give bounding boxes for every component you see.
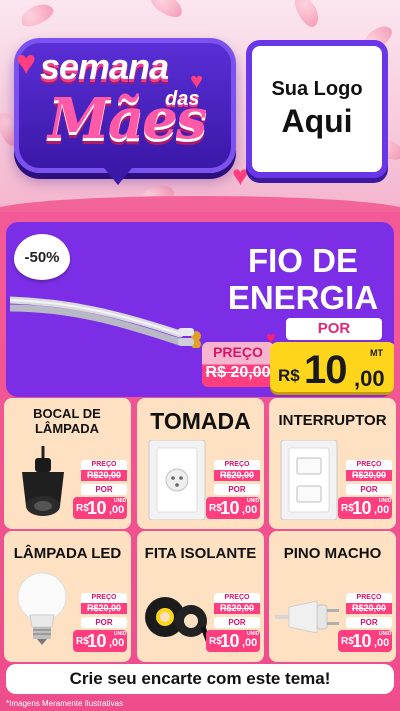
old-price: R$20,00 — [346, 603, 392, 614]
wall-outlet-image — [148, 440, 206, 520]
product-name: TOMADA — [150, 408, 251, 434]
price-cents: ,00 — [109, 637, 125, 649]
price-main: 10 — [87, 498, 107, 518]
price-unit: UNID — [247, 631, 260, 637]
header-banner: ♥ ♥ ♥ ♥ semana Mães das Sua Logo Aqui — [0, 0, 400, 218]
featured-price-tag: R$ 10 ,00 MT — [270, 342, 394, 392]
price-unit: UNID — [379, 631, 392, 637]
product-card[interactable]: LÂMPADA LED PREÇO R$20,00 POR R$ 10 ,00 … — [4, 531, 131, 662]
old-price: R$ 20,00 — [205, 364, 271, 381]
discount-badge: -50% — [14, 234, 70, 280]
title-das: das — [165, 88, 200, 110]
price-main: 10 — [220, 631, 240, 651]
old-price: R$20,00 — [81, 470, 127, 481]
insulating-tape-image — [145, 597, 209, 644]
product-card[interactable]: INTERRUPTOR PREÇO R$20,00 POR R$ 10 ,00 … — [269, 398, 396, 529]
new-price: R$ 10 ,00 UNID — [338, 497, 392, 519]
old-price: R$20,00 — [81, 603, 127, 614]
price-main: 10 — [304, 348, 347, 392]
featured-title-line2: ENERGIA — [227, 279, 379, 316]
heart-icon: ♥ — [16, 44, 37, 82]
preco-label: PREÇO — [346, 593, 392, 603]
old-price: R$20,00 — [346, 470, 392, 481]
product-card[interactable]: FITA ISOLANTE PREÇO R$20,00 POR R$ 10 ,0… — [137, 531, 264, 662]
product-card[interactable]: PINO MACHO PREÇO R$20,00 POR R$ 10 ,00 U… — [269, 531, 396, 662]
preco-label: PREÇO — [214, 460, 260, 470]
price-cents: ,00 — [374, 637, 390, 649]
new-price: R$ 10 ,00 UNID — [73, 497, 127, 519]
logo-placeholder: Sua Logo Aqui — [246, 40, 388, 178]
product-card[interactable]: BOCAL DE LÂMPADA PREÇO R$20,00 POR R$ 10… — [4, 398, 131, 529]
new-price: R$ 10 ,00 UNID — [206, 630, 260, 652]
disclaimer-text: *Imagens Meramente Ilustrativas — [6, 699, 123, 708]
price-unit: UNID — [379, 498, 392, 504]
preco-label: PREÇO — [81, 460, 127, 470]
price-unit: UNID — [247, 498, 260, 504]
por-label: POR — [286, 318, 382, 340]
new-price: R$ 10 ,00 UNID — [206, 497, 260, 519]
product-card[interactable]: TOMADA PREÇO R$20,00 POR R$ 10 ,00 UNID — [137, 398, 264, 529]
cta-banner[interactable]: Crie seu encarte com este tema! — [6, 664, 394, 694]
lamp-socket-image — [22, 446, 64, 516]
price-main: 10 — [352, 498, 372, 518]
price-cents: ,00 — [109, 504, 125, 516]
price-block: PREÇO R$20,00 POR R$ 10 ,00 UNID — [206, 593, 260, 652]
heart-icon: ♥ — [266, 330, 276, 347]
old-price: R$20,00 — [214, 603, 260, 614]
price-block: PREÇO R$20,00 POR R$ 10 ,00 UNID — [338, 593, 392, 652]
preco-label: PREÇO — [81, 593, 127, 603]
product-name: LÂMPADA LED — [13, 545, 122, 562]
preco-label: PREÇO — [214, 593, 260, 603]
price-unit: UNID — [114, 498, 127, 504]
featured-product-title: FIO DE ENERGIA — [218, 242, 388, 316]
logo-text-line2: Aqui — [281, 103, 353, 139]
por-label: POR — [81, 484, 127, 495]
price-main: 10 — [87, 631, 107, 651]
price-cents: ,00 — [242, 504, 258, 516]
preco-label: PREÇO — [346, 460, 392, 470]
old-price-tag: PREÇO R$ 20,00 — [202, 342, 274, 387]
petal-decoration — [290, 0, 324, 31]
por-label: POR — [81, 617, 127, 628]
petal-decoration — [17, 0, 57, 31]
led-bulb-image — [17, 572, 67, 645]
product-name: PINO MACHO — [283, 545, 382, 562]
por-label: POR — [214, 617, 260, 628]
price-main: 10 — [220, 498, 240, 518]
new-price: R$ 10 ,00 UNID — [338, 630, 392, 652]
por-label: POR — [346, 484, 392, 495]
new-price: R$ 10 ,00 UNID — [73, 630, 127, 652]
price-block: PREÇO R$20,00 POR R$ 10 ,00 UNID — [338, 460, 392, 519]
electric-cable-image — [10, 296, 201, 348]
petal-decoration — [147, 0, 187, 22]
price-main: 10 — [352, 631, 372, 651]
price-block: PREÇO R$20,00 POR R$ 10 ,00 UNID — [73, 593, 127, 652]
price-unit: UNID — [114, 631, 127, 637]
price-cents: ,00 — [242, 637, 258, 649]
featured-product-card[interactable]: -50% FIO DE ENERGIA POR PREÇO R$ 20,00 R… — [6, 222, 394, 397]
old-price: R$20,00 — [214, 470, 260, 481]
product-name: BOCAL DE LÂMPADA — [33, 406, 101, 436]
price-block: PREÇO R$20,00 POR R$ 10 ,00 UNID — [206, 460, 260, 519]
light-switch-image — [280, 440, 338, 520]
product-name: FITA ISOLANTE — [144, 545, 257, 562]
logo-text-line1: Sua Logo — [271, 78, 363, 100]
male-plug-image — [275, 600, 339, 634]
price-cents: ,00 — [354, 366, 385, 391]
offers-area: -50% FIO DE ENERGIA POR PREÇO R$ 20,00 R… — [0, 212, 400, 711]
preco-label: PREÇO — [213, 344, 263, 360]
product-name: INTERRUPTOR — [278, 412, 387, 429]
featured-title-line1: FIO DE — [247, 242, 358, 279]
por-label: POR — [214, 484, 260, 495]
price-unit: MT — [370, 348, 383, 358]
title-semana: semana — [40, 46, 169, 87]
currency-symbol: R$ — [278, 366, 300, 385]
speech-bubble-tail — [100, 163, 136, 185]
por-label: POR — [346, 617, 392, 628]
price-cents: ,00 — [374, 504, 390, 516]
price-block: PREÇO R$20,00 POR R$ 10 ,00 UNID — [73, 460, 127, 519]
